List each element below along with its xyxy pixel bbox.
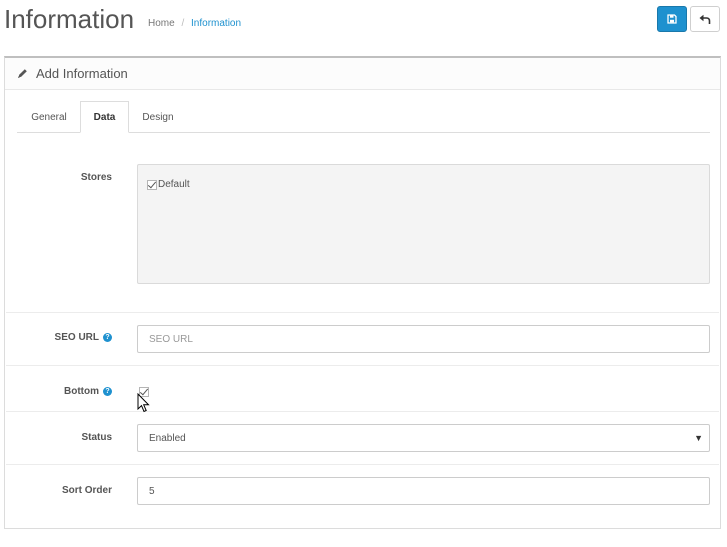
bottom-label: Bottom ? [64,386,112,397]
panel-heading: Add Information [5,58,720,90]
sort-order-row: Sort Order [6,464,719,525]
store-default-label: Default [158,179,190,190]
breadcrumb-home[interactable]: Home [148,18,175,29]
breadcrumb-separator: / [181,18,185,29]
help-icon[interactable]: ? [103,387,112,396]
panel-title: Add Information [36,66,128,81]
page-title: Information [4,4,135,34]
breadcrumb: Home / Information [148,18,241,29]
save-button[interactable] [657,6,687,32]
seo-url-input[interactable] [137,325,710,353]
stores-row: Stores Default [6,146,719,312]
status-label: Status [81,432,112,443]
breadcrumb-current[interactable]: Information [191,18,241,29]
help-icon[interactable]: ? [103,333,112,342]
tab-bar: General Data Design [17,101,710,133]
seo-url-label-text: SEO URL [54,332,99,343]
stores-list: Default [137,164,710,284]
status-selected-value: Enabled [149,432,186,444]
back-button[interactable] [690,6,720,32]
back-icon [699,14,711,24]
stores-label: Stores [80,172,112,183]
sort-order-input[interactable] [137,477,710,505]
bottom-row: Bottom ? [6,365,719,412]
add-information-panel: Add Information General Data Design Stor… [4,56,721,529]
pencil-icon [18,69,27,78]
store-option-default[interactable]: Default [147,179,190,190]
tab-data[interactable]: Data [80,101,129,133]
tab-design[interactable]: Design [130,101,186,133]
status-row: Status Enabled ▼ [6,411,719,465]
store-default-checkbox[interactable] [147,179,157,190]
sort-order-label: Sort Order [61,485,112,496]
caret-down-icon: ▼ [694,433,703,443]
bottom-label-text: Bottom [64,386,99,397]
mouse-cursor-icon [137,393,150,413]
seo-url-label: SEO URL ? [55,332,112,343]
tab-general[interactable]: General [17,101,81,133]
status-select[interactable]: Enabled ▼ [137,424,710,452]
save-icon [667,14,677,24]
seo-url-row: SEO URL ? [6,312,719,366]
